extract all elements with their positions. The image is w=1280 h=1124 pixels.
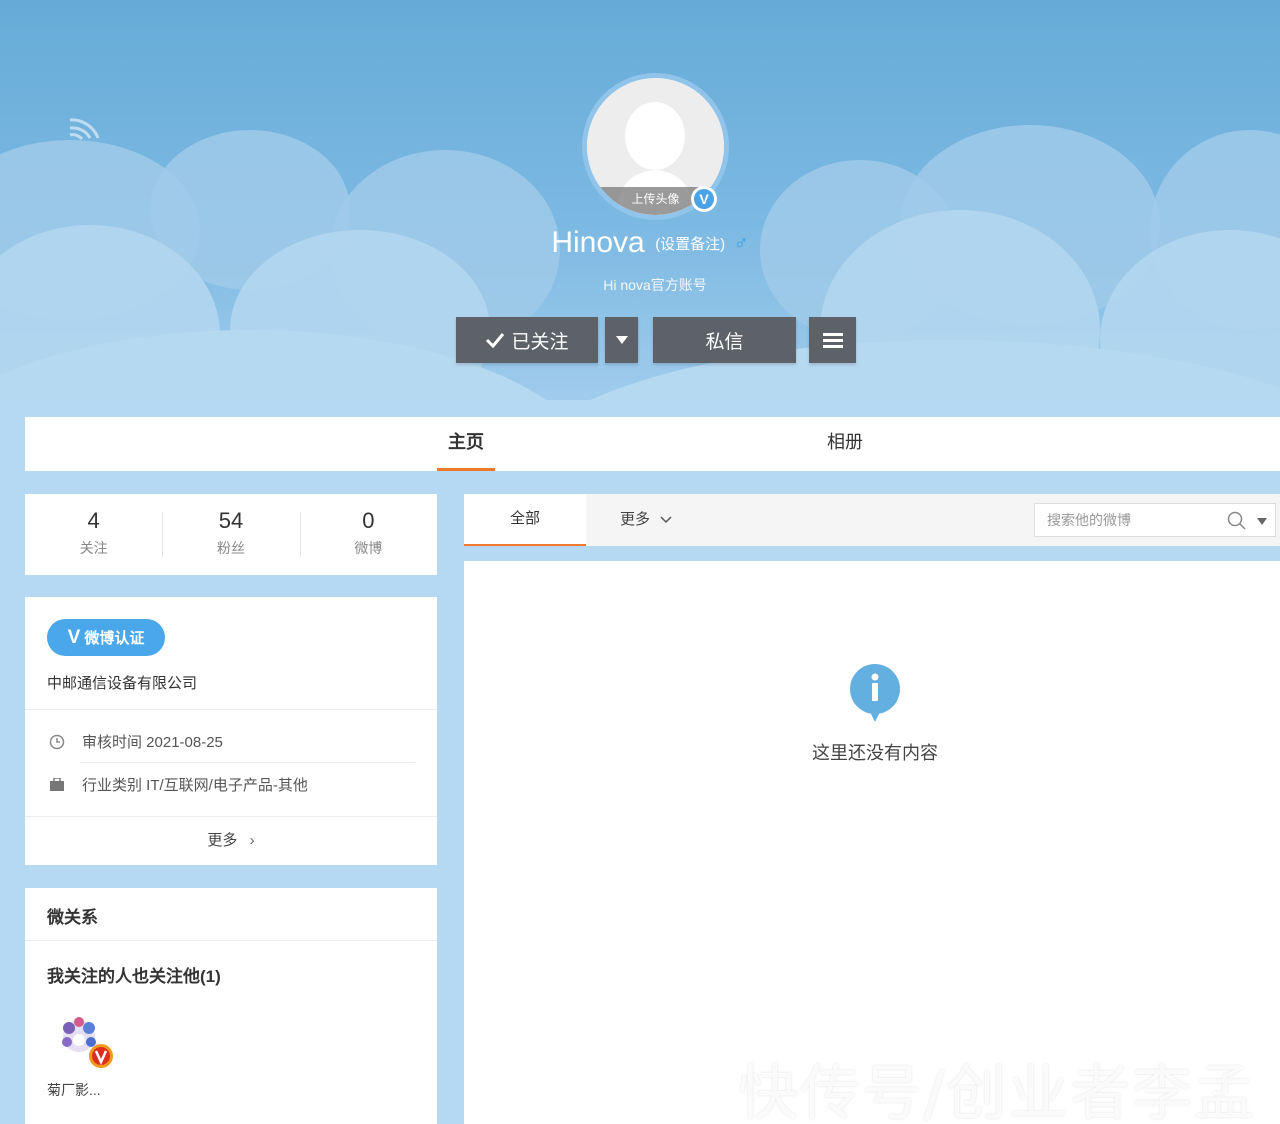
tab-all[interactable]: 全部: [464, 494, 586, 546]
divider: [80, 762, 415, 763]
verified-badge-mark: V: [694, 189, 714, 209]
friend-avatar[interactable]: [55, 1010, 119, 1070]
menu-button[interactable]: [809, 317, 856, 363]
company-name: 中邮通信设备有限公司: [47, 675, 198, 692]
profile-nav: 主页 相册: [25, 417, 1280, 471]
relations-panel: 微关系 我关注的人也关注他(1) 菊厂影...: [25, 888, 437, 1124]
industry-text: 行业类别 IT/互联网/电子产品-其他: [82, 777, 308, 794]
verified-badge-icon: V: [691, 186, 717, 212]
empty-state-text: 这里还没有内容: [812, 743, 938, 763]
tab-home[interactable]: 主页: [437, 417, 495, 471]
verified-v-icon: V: [67, 627, 81, 648]
chevron-right-icon: ›: [249, 832, 255, 849]
review-time-row: 审核时间 2021-08-25: [47, 731, 223, 752]
more-info-label: 更多: [207, 832, 238, 849]
mutual-follows-heading[interactable]: 我关注的人也关注他(1): [47, 962, 221, 987]
stat-followers-value: 54: [218, 508, 244, 533]
friend-name[interactable]: 菊厂影...: [47, 1080, 101, 1100]
profile-name-row: Hinova (设置备注) ♂: [0, 226, 1280, 260]
message-button-label: 私信: [705, 330, 744, 353]
industry-row: 行业类别 IT/互联网/电子产品-其他: [47, 774, 308, 795]
search-box: [1034, 503, 1276, 537]
stat-following-label: 关注: [79, 540, 108, 556]
follow-options-button[interactable]: [605, 317, 638, 363]
tab-more[interactable]: 更多: [620, 494, 672, 546]
briefcase-icon: [47, 775, 67, 795]
checkmark-icon: [486, 333, 505, 348]
feed-tabs: 全部 更多: [464, 494, 1280, 546]
stat-posts-label: 微博: [354, 540, 383, 556]
followed-button-label: 已关注: [511, 330, 569, 353]
more-info-link[interactable]: 更多 ›: [25, 829, 437, 850]
relations-title: 微关系: [47, 908, 98, 927]
clock-icon: [47, 732, 67, 752]
feed-content: 这里还没有内容: [464, 561, 1280, 1124]
stat-followers[interactable]: 54 粉丝: [162, 494, 299, 575]
hamburger-menu-icon: [822, 333, 843, 348]
set-remark-link[interactable]: (设置备注): [655, 236, 725, 253]
stat-posts[interactable]: 0 微博: [299, 494, 437, 575]
caret-down-icon[interactable]: [1257, 518, 1267, 525]
review-time-text: 审核时间 2021-08-25: [82, 734, 223, 751]
info-icon: [850, 664, 900, 722]
stat-following-value: 4: [87, 508, 100, 533]
watermark: 快传号/创业者李孟: [738, 1059, 1257, 1124]
caret-down-icon: [615, 336, 628, 344]
stats-panel: 4 关注 54 粉丝 0 微博: [25, 494, 437, 575]
followed-button[interactable]: 已关注: [456, 317, 598, 363]
divider: [25, 816, 437, 817]
profile-name: Hinova: [551, 226, 645, 259]
profile-description: Hi nova官方账号: [603, 277, 707, 293]
divider: [25, 940, 437, 941]
verified-badge-label: 微博认证: [84, 630, 145, 647]
stat-following[interactable]: 4 关注: [25, 494, 162, 575]
divider: [25, 709, 437, 710]
wifi-signal-icon: [69, 118, 100, 141]
message-button[interactable]: 私信: [653, 317, 796, 363]
stat-posts-value: 0: [362, 508, 375, 533]
search-icon[interactable]: [1227, 511, 1247, 531]
male-gender-icon: ♂: [733, 231, 749, 254]
profile-info-panel: V 微博认证 中邮通信设备有限公司 审核时间 2021-08-25 行业类别 IT…: [25, 597, 437, 865]
tab-album[interactable]: 相册: [815, 417, 875, 471]
weibo-verified-badge[interactable]: V 微博认证: [47, 619, 165, 656]
stat-followers-label: 粉丝: [216, 540, 245, 556]
search-input[interactable]: [1035, 504, 1220, 536]
chevron-down-icon: [660, 516, 672, 524]
tab-more-label: 更多: [620, 511, 651, 528]
